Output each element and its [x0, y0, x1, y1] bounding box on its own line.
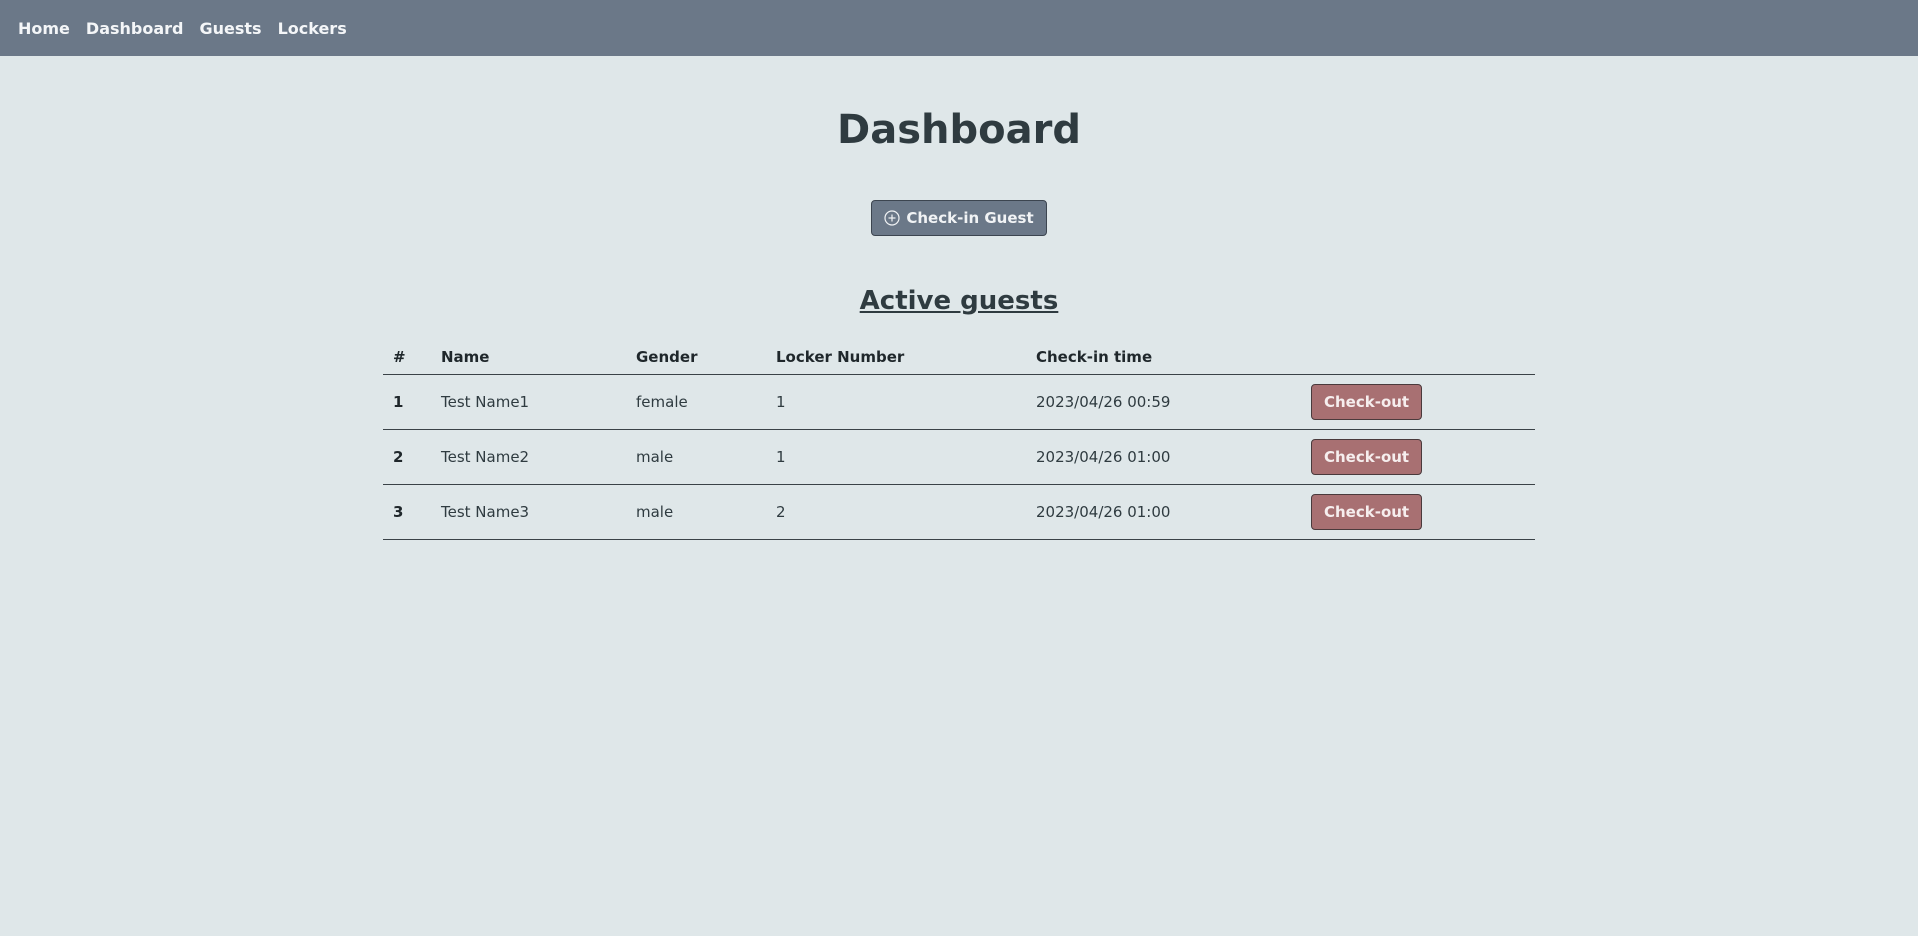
row-locker: 2 [766, 484, 1026, 540]
row-name: Test Name1 [431, 374, 626, 430]
main-content: Dashboard Check-in Guest Active guests #… [383, 56, 1535, 540]
row-num: 2 [383, 429, 431, 485]
row-locker: 1 [766, 429, 1026, 485]
nav-link-lockers[interactable]: Lockers [278, 19, 347, 38]
top-navbar: Home Dashboard Guests Lockers [0, 0, 1918, 56]
checkout-button[interactable]: Check-out [1311, 439, 1423, 475]
nav-link-dashboard[interactable]: Dashboard [86, 19, 184, 38]
checkout-button[interactable]: Check-out [1311, 384, 1423, 420]
header-checkin-time: Check-in time [1026, 340, 1301, 375]
row-gender: female [626, 374, 766, 430]
row-checkin-time: 2023/04/26 01:00 [1026, 484, 1301, 540]
row-action-cell: Check-out [1301, 374, 1535, 430]
table-row: 3 Test Name3 male 2 2023/04/26 01:00 Che… [383, 484, 1535, 540]
row-locker: 1 [766, 374, 1026, 430]
active-guests-table: # Name Gender Locker Number Check-in tim… [383, 340, 1535, 540]
header-num: # [383, 340, 431, 375]
nav-link-home[interactable]: Home [18, 19, 70, 38]
row-num: 1 [383, 374, 431, 430]
active-guests-title: Active guests [859, 286, 1059, 316]
table-header-row: # Name Gender Locker Number Check-in tim… [383, 340, 1535, 375]
row-name: Test Name2 [431, 429, 626, 485]
row-gender: male [626, 484, 766, 540]
row-checkin-time: 2023/04/26 01:00 [1026, 429, 1301, 485]
table-row: 2 Test Name2 male 1 2023/04/26 01:00 Che… [383, 429, 1535, 485]
row-action-cell: Check-out [1301, 429, 1535, 485]
page-title: Dashboard [837, 107, 1081, 153]
checkin-guest-label: Check-in Guest [906, 209, 1034, 227]
checkin-guest-button[interactable]: Check-in Guest [871, 200, 1047, 236]
checkin-wrap: Check-in Guest [383, 200, 1535, 236]
checkout-button[interactable]: Check-out [1311, 494, 1423, 530]
header-action [1301, 340, 1535, 375]
nav-link-guests[interactable]: Guests [199, 19, 261, 38]
header-name: Name [431, 340, 626, 375]
row-name: Test Name3 [431, 484, 626, 540]
row-num: 3 [383, 484, 431, 540]
row-checkin-time: 2023/04/26 00:59 [1026, 374, 1301, 430]
row-gender: male [626, 429, 766, 485]
header-gender: Gender [626, 340, 766, 375]
header-locker-number: Locker Number [766, 340, 1026, 375]
plus-circle-icon [884, 210, 900, 226]
table-row: 1 Test Name1 female 1 2023/04/26 00:59 C… [383, 374, 1535, 430]
row-action-cell: Check-out [1301, 484, 1535, 540]
